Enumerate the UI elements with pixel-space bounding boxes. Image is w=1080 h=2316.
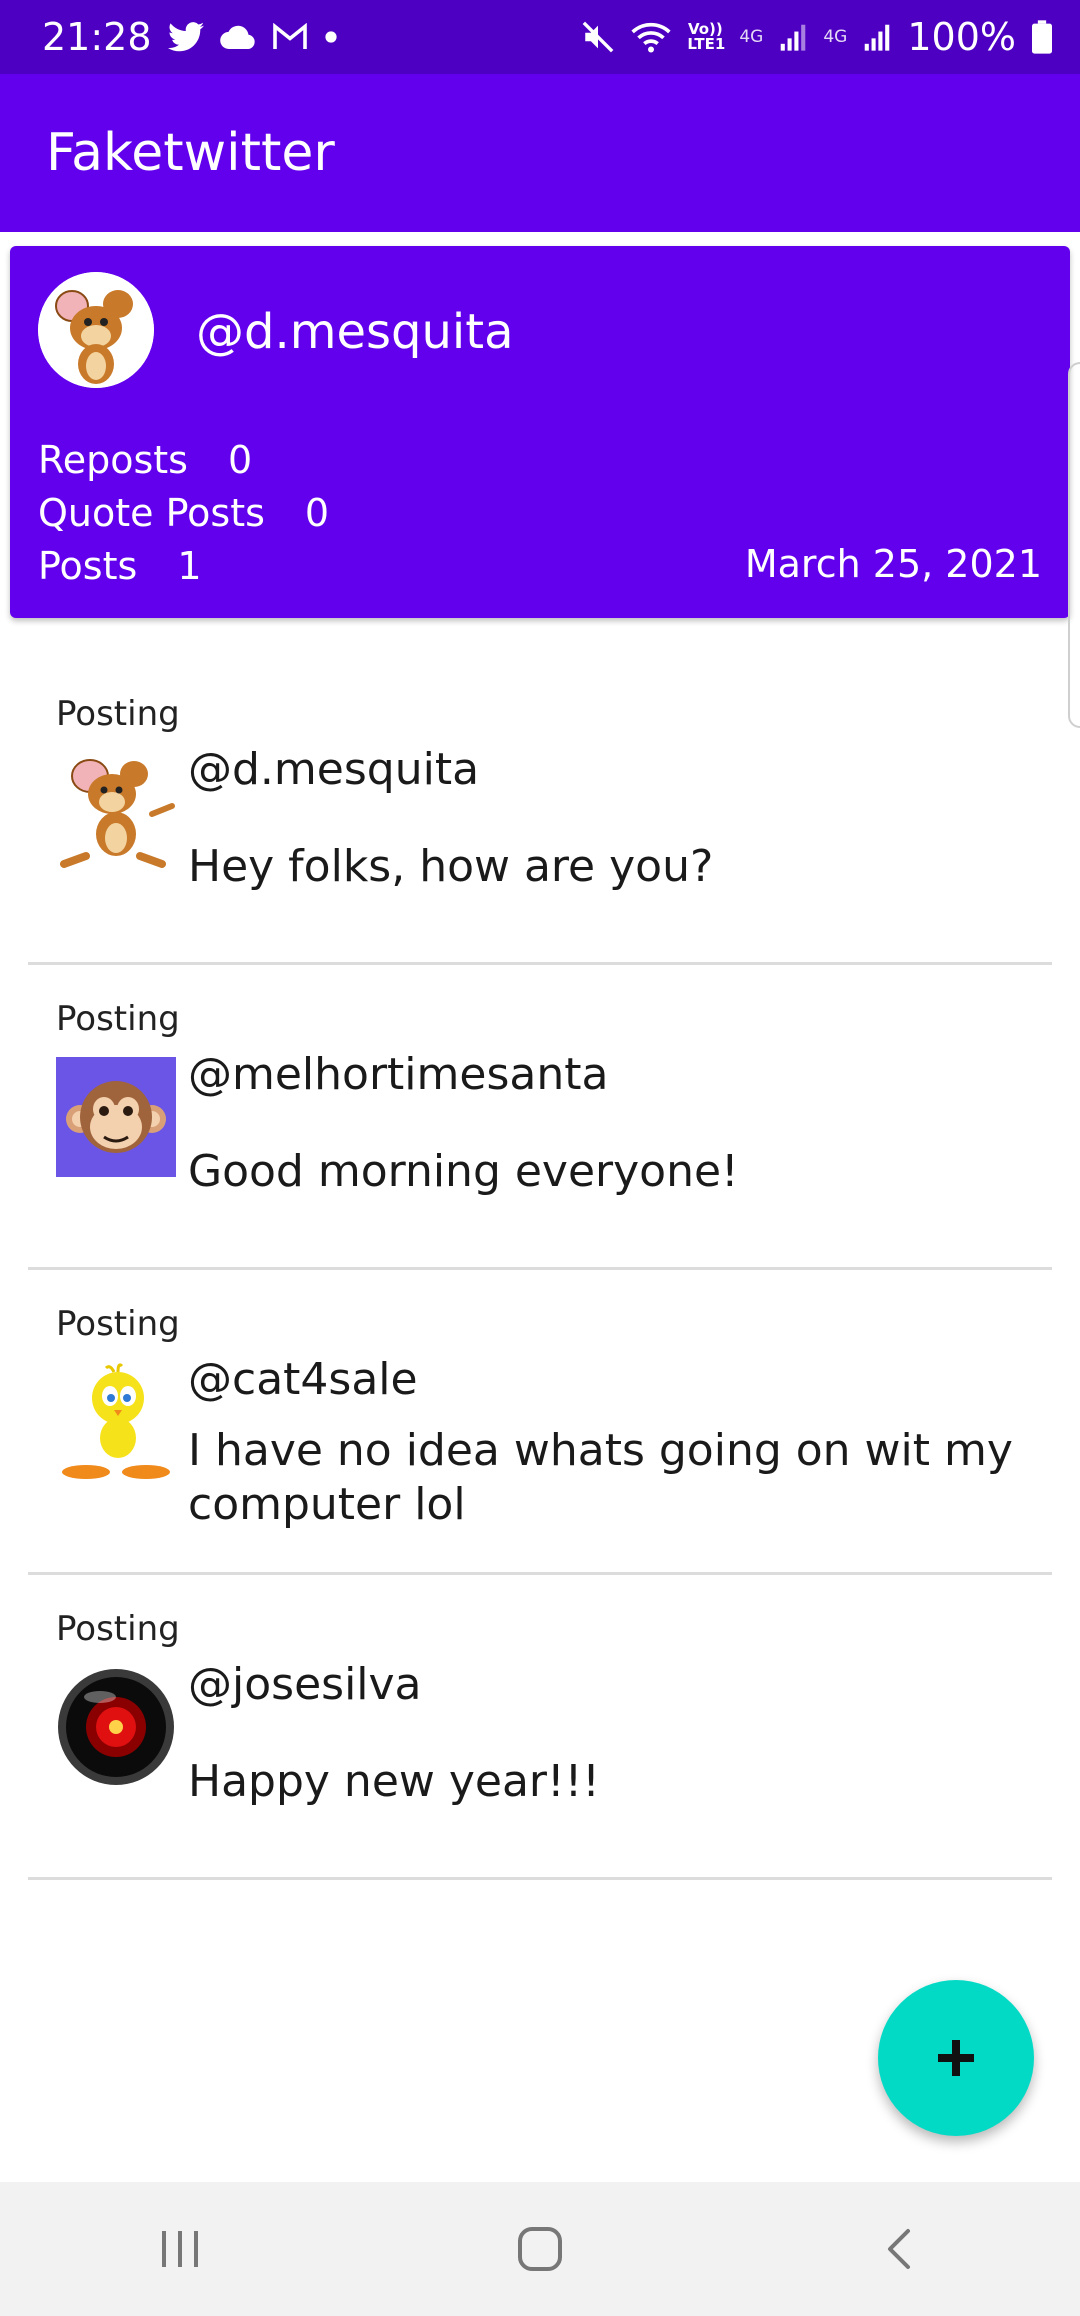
post-text: Happy new year!!! <box>188 1756 600 1807</box>
post-type: Posting <box>56 999 180 1039</box>
cloud-icon <box>219 24 256 50</box>
signal-icon <box>779 22 807 52</box>
feed-item[interactable]: Posting @cat4sale I have no idea whats g… <box>28 1270 1052 1575</box>
reposts-label: Reposts <box>38 438 188 482</box>
post-handle: @melhortimesanta <box>188 1049 609 1100</box>
plus-icon <box>938 2040 974 2076</box>
posts-stat: Posts 1 <box>38 544 202 588</box>
profile-handle: @d.mesquita <box>196 304 514 360</box>
twitter-icon <box>167 22 204 52</box>
status-time: 21:28 <box>42 15 152 59</box>
profile-card: @d.mesquita Reposts 0 Quote Posts 0 Post… <box>10 246 1070 618</box>
post-handle: @cat4sale <box>188 1354 418 1405</box>
battery-percent: 100% <box>907 15 1016 59</box>
divider <box>28 1877 1052 1880</box>
post-handle: @josesilva <box>188 1659 422 1710</box>
status-bar-right: Vo)) LTE1 4G 4G 100% <box>581 15 1052 59</box>
mouse-avatar-icon <box>38 272 154 388</box>
feed-item[interactable]: Posting @josesilva Happy new year!!! <box>28 1575 1052 1880</box>
reposts-stat: Reposts 0 <box>38 438 252 482</box>
back-button[interactable] <box>840 2204 960 2294</box>
post-type: Posting <box>56 1304 180 1344</box>
post-text: Hey folks, how are you? <box>188 841 714 892</box>
recent-apps-button[interactable] <box>120 2204 240 2294</box>
post-handle: @d.mesquita <box>188 744 480 795</box>
posts-value: 1 <box>177 544 202 588</box>
status-bar: 21:28 Vo)) LTE1 4G 4G 100% <box>0 0 1080 74</box>
monkey-avatar-icon[interactable] <box>56 1057 176 1177</box>
mouse-avatar-icon[interactable] <box>56 752 176 872</box>
app-bar: Faketwitter <box>0 74 1080 232</box>
posts-label: Posts <box>38 544 138 588</box>
wifi-icon <box>631 20 671 54</box>
gmail-icon <box>272 23 308 51</box>
profile-date: March 25, 2021 <box>744 542 1042 586</box>
scroll-indicator[interactable] <box>1068 362 1080 728</box>
feed-item[interactable]: Posting @melhortimesanta Good morning ev… <box>28 965 1052 1270</box>
home-button[interactable] <box>480 2204 600 2294</box>
dot-icon <box>324 30 338 44</box>
recent-apps-icon <box>162 2231 198 2267</box>
post-text: I have no idea whats going on wit my com… <box>188 1425 1013 1530</box>
app-title: Faketwitter <box>46 123 335 183</box>
system-nav-bar <box>0 2182 1080 2316</box>
post-type: Posting <box>56 694 180 734</box>
bird-avatar-icon[interactable] <box>56 1362 176 1482</box>
network-type-2: 4G <box>823 27 848 47</box>
back-icon <box>888 2229 910 2269</box>
quote-posts-label: Quote Posts <box>38 491 265 535</box>
post-text: Good morning everyone! <box>188 1146 739 1197</box>
status-bar-left: 21:28 <box>42 15 338 59</box>
feed-item[interactable]: Posting @d.mesquita Hey folks, how are y… <box>28 660 1052 965</box>
battery-icon <box>1032 20 1052 54</box>
mute-icon <box>581 20 615 54</box>
quote-posts-value: 0 <box>304 491 330 535</box>
red-eye-avatar-icon[interactable] <box>56 1667 176 1787</box>
profile-avatar[interactable] <box>38 272 154 388</box>
post-type: Posting <box>56 1609 180 1649</box>
volte-icon: Vo)) LTE1 <box>687 20 726 53</box>
network-type-1: 4G <box>739 27 764 47</box>
add-post-button[interactable] <box>878 1980 1034 2136</box>
home-icon <box>518 2227 562 2271</box>
quote-posts-stat: Quote Posts 0 <box>38 491 329 535</box>
signal-icon <box>863 22 891 52</box>
reposts-value: 0 <box>227 438 253 482</box>
